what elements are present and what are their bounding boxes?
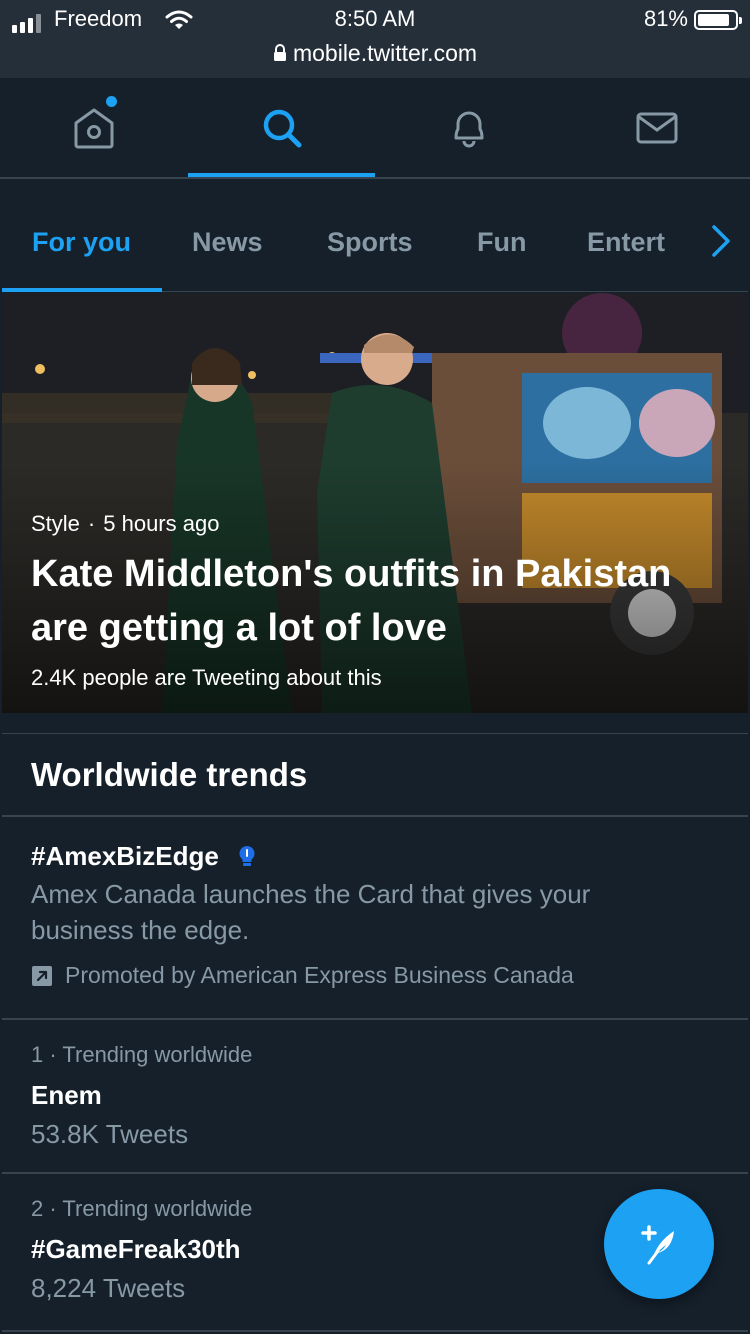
hero-text: Style · 5 hours ago Kate Middleton's outfi… [31, 511, 721, 691]
promoted-by-text: Promoted by American Express Business Ca… [65, 962, 574, 988]
notifications-icon [454, 111, 483, 147]
promoted-icon [32, 965, 52, 986]
trend-item[interactable]: 1 · Trending worldwide Enem 53.8K Tweets [2, 1020, 748, 1174]
trend-name: Enem [31, 1080, 102, 1110]
nav-messages[interactable] [563, 78, 750, 177]
trend-name: #AmexBizEdge [31, 841, 219, 871]
url-text: mobile.twitter.com [292, 40, 478, 66]
hero-time: 5 hours ago [103, 511, 220, 536]
hero-tweet-count: 2.4K people are Tweeting about this [31, 665, 382, 690]
trend-description: Amex Canada launches the Card that gives… [31, 879, 591, 945]
nav-explore[interactable] [188, 78, 375, 177]
tab-news[interactable]: News [192, 195, 263, 292]
search-icon [263, 109, 301, 147]
messages-icon [636, 112, 677, 143]
tab-fun[interactable]: Fun [477, 195, 526, 292]
promoted-label: Promoted by American Express Business Ca… [31, 962, 748, 989]
top-nav [0, 78, 750, 179]
chevron-right-icon[interactable] [710, 223, 732, 259]
section-title: Worldwide trends [2, 734, 748, 817]
nav-notifications[interactable] [375, 78, 562, 177]
battery-percent: 81% [643, 6, 688, 31]
tab-entertainment[interactable]: Entert [587, 195, 677, 292]
address-bar[interactable]: mobile.twitter.com [0, 40, 750, 67]
compose-tweet-button[interactable] [604, 1189, 714, 1299]
nav-home[interactable] [0, 78, 187, 177]
meta-separator: · [87, 511, 96, 536]
category-tabs: For you News Sports Fun Entert [2, 195, 748, 292]
compose-feather-icon [641, 1225, 674, 1265]
lock-icon [273, 44, 286, 61]
amex-icon [239, 846, 255, 866]
hero-category: Style [31, 511, 80, 536]
new-content-dot [106, 96, 117, 107]
promoted-trend[interactable]: #AmexBizEdge Amex Canada launches the Ca… [2, 817, 748, 1020]
trend-count: 53.8K Tweets [31, 1119, 189, 1149]
clock: 8:50 AM [334, 6, 416, 31]
hero-story[interactable]: Style · 5 hours ago Kate Middleton's outfi… [2, 293, 748, 713]
tab-for-you[interactable]: For you [2, 195, 162, 292]
trend-meta: 1 · Trending worldwide [31, 1042, 253, 1067]
status-bar: Freedom 8:50 AM 81% mobile.twitter.com [0, 0, 750, 78]
home-icon [74, 108, 113, 148]
hero-meta: Style · 5 hours ago [31, 511, 721, 537]
hero-headline: Kate Middleton's outfits in Pakistan are… [31, 553, 672, 649]
battery-icon [694, 10, 742, 30]
tab-sports[interactable]: Sports [327, 195, 413, 292]
trend-name-row: #AmexBizEdge [31, 841, 748, 872]
